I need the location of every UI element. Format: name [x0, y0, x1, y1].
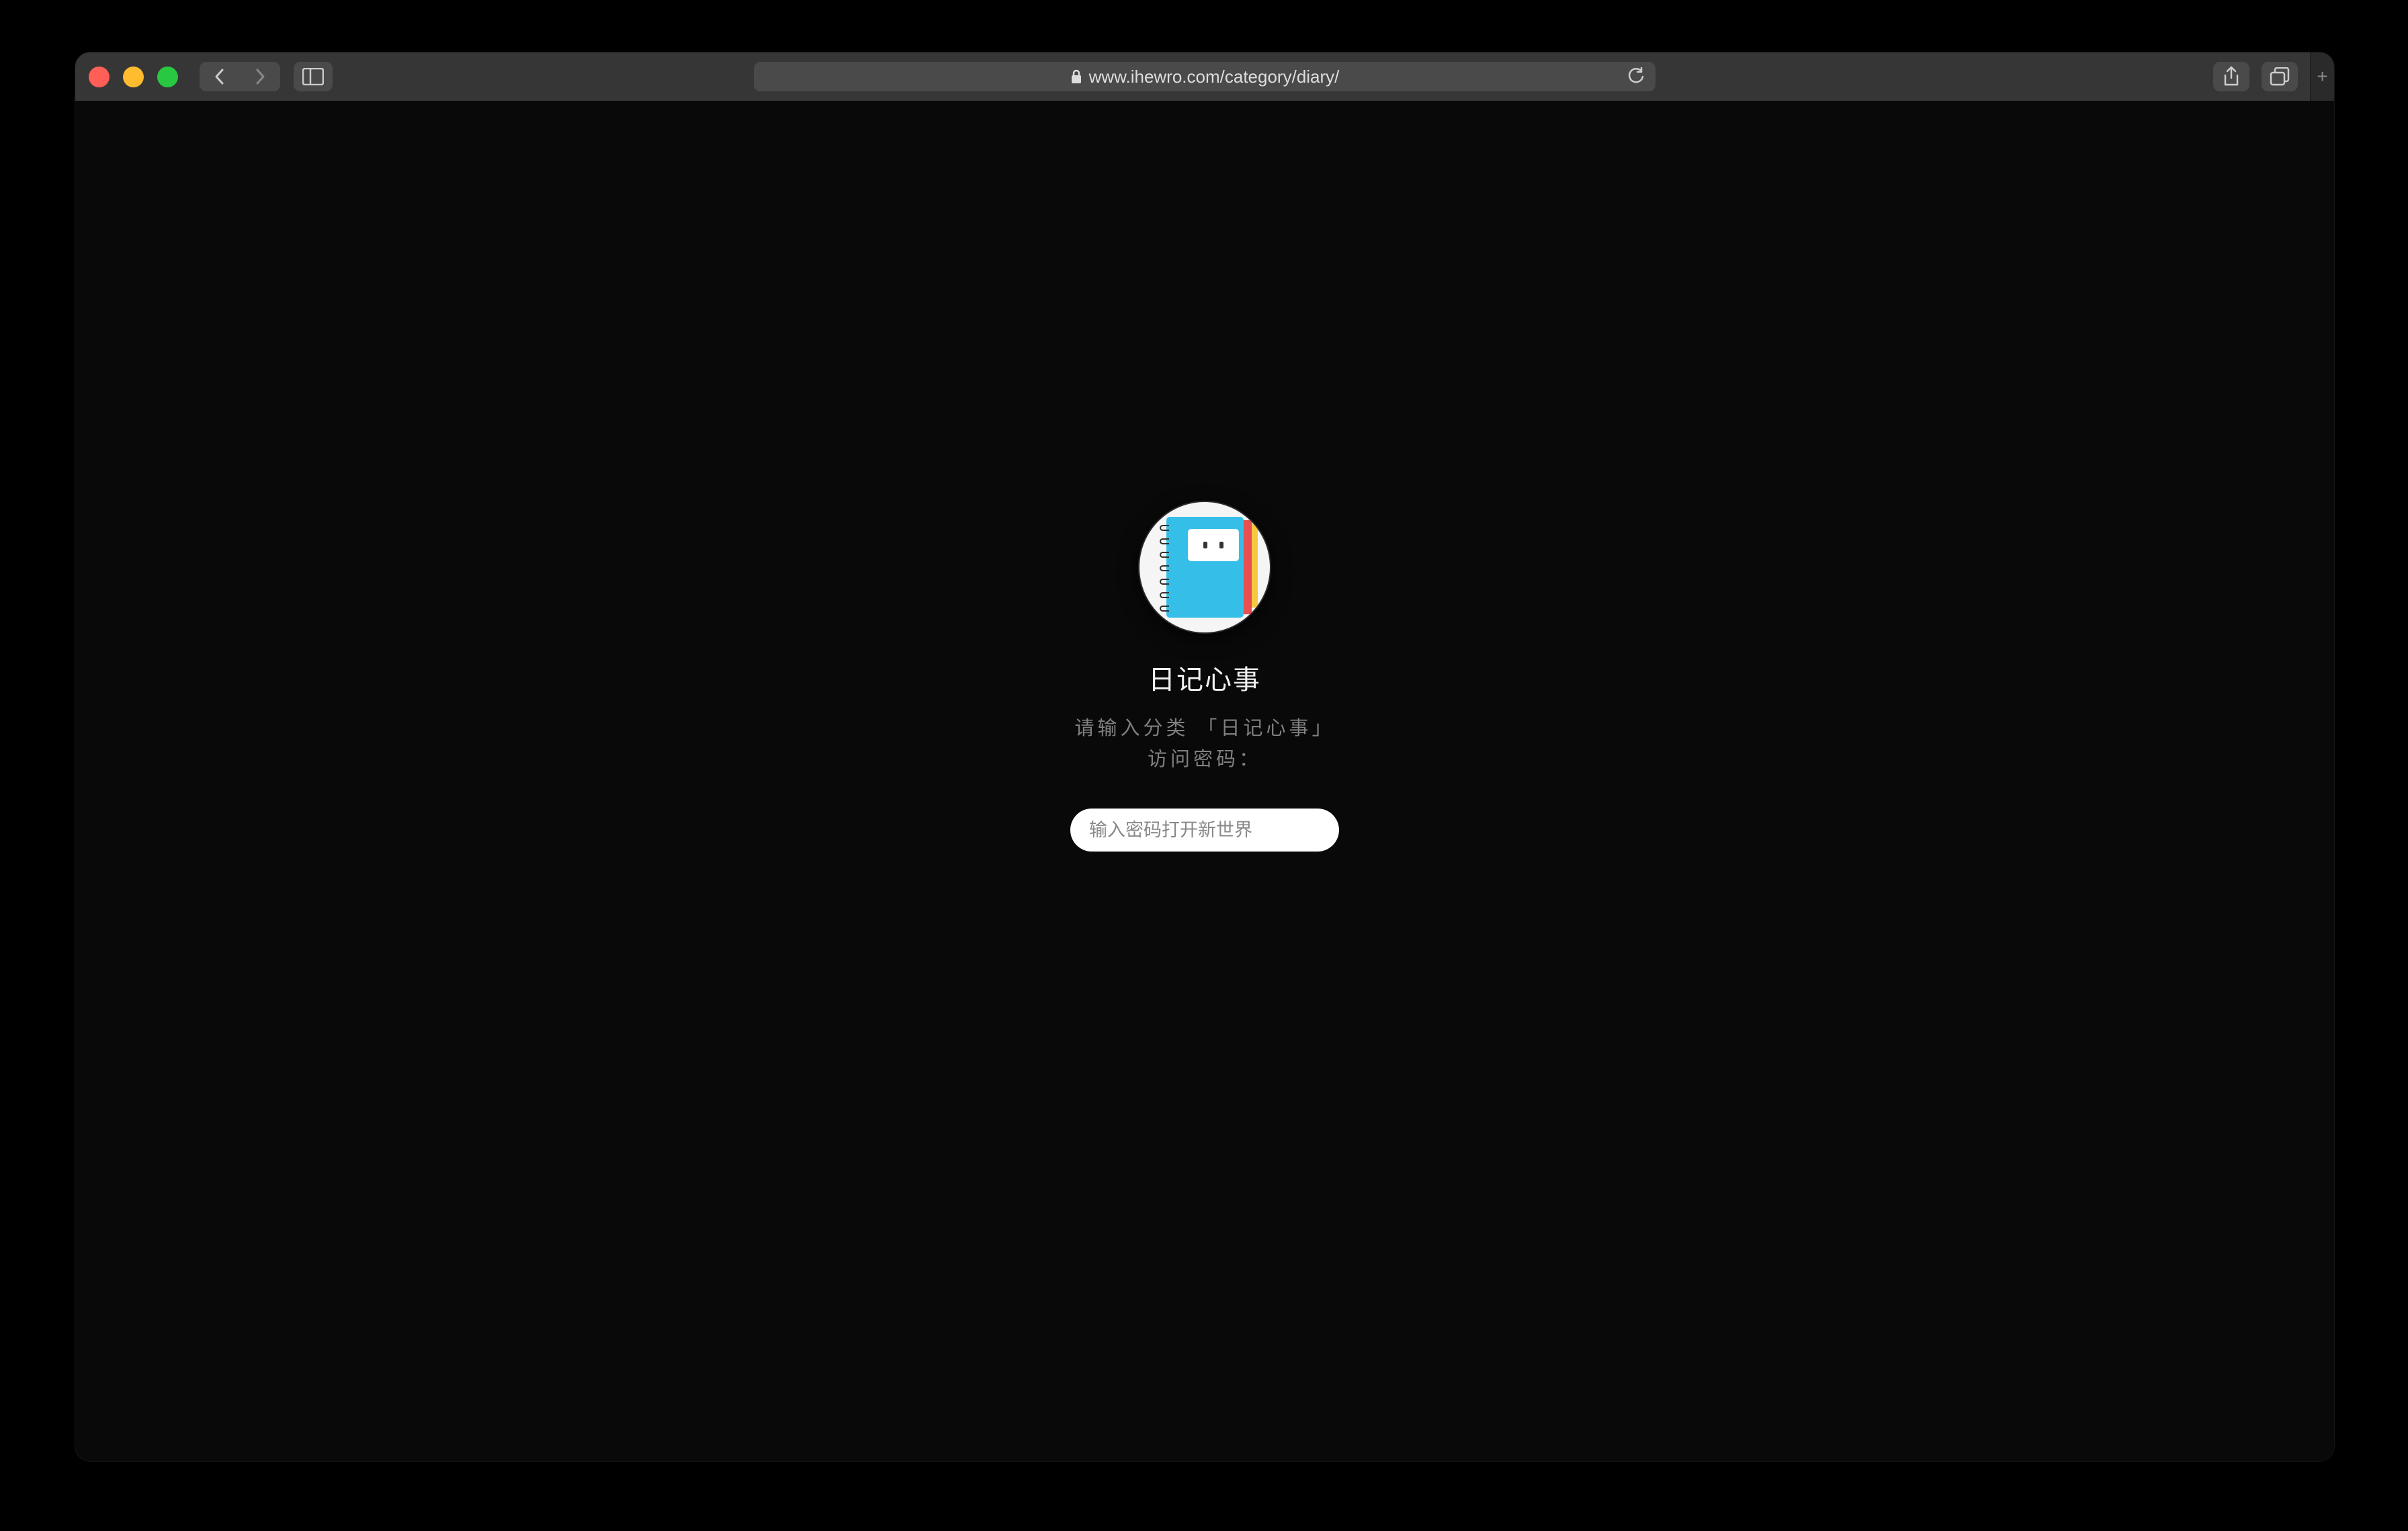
- password-form: [1070, 809, 1339, 852]
- notebook-icon: [1161, 517, 1248, 618]
- browser-window: www.ihewro.com/category/diary/ +: [75, 52, 2334, 1461]
- browser-titlebar: www.ihewro.com/category/diary/ +: [75, 52, 2334, 101]
- chevron-right-icon: [253, 67, 267, 86]
- page-content: 日记心事 请输入分类 「日记心事」 访问密码：: [75, 101, 2334, 1461]
- reload-icon: [1627, 67, 1645, 86]
- url-text: www.ihewro.com/category/diary/: [1089, 67, 1340, 87]
- share-button[interactable]: [2213, 62, 2249, 91]
- sidebar-icon: [302, 68, 324, 85]
- plus-icon: +: [2317, 66, 2327, 87]
- tabs-button[interactable]: [2262, 62, 2298, 91]
- tabs-icon: [2270, 67, 2290, 86]
- category-avatar: [1140, 502, 1270, 632]
- new-tab-button[interactable]: +: [2310, 52, 2334, 101]
- minimize-window-button[interactable]: [123, 67, 144, 87]
- address-bar[interactable]: www.ihewro.com/category/diary/: [754, 62, 1656, 91]
- forward-button[interactable]: [240, 62, 280, 91]
- maximize-window-button[interactable]: [157, 67, 178, 87]
- chevron-left-icon: [213, 67, 226, 86]
- prompt-subtitle: 请输入分类 「日记心事」 访问密码：: [1064, 713, 1346, 776]
- sidebar-toggle-button[interactable]: [294, 62, 333, 91]
- lock-icon: [1070, 69, 1082, 84]
- password-prompt-card: 日记心事 请输入分类 「日记心事」 访问密码：: [1064, 502, 1346, 852]
- window-controls: [89, 67, 178, 87]
- back-button[interactable]: [200, 62, 240, 91]
- navigation-buttons: [200, 62, 280, 91]
- share-icon: [2223, 66, 2240, 87]
- password-input[interactable]: [1070, 809, 1339, 852]
- close-window-button[interactable]: [89, 67, 110, 87]
- category-title: 日记心事: [1148, 658, 1261, 697]
- reload-button[interactable]: [1627, 67, 1645, 86]
- toolbar-right: +: [2213, 52, 2321, 101]
